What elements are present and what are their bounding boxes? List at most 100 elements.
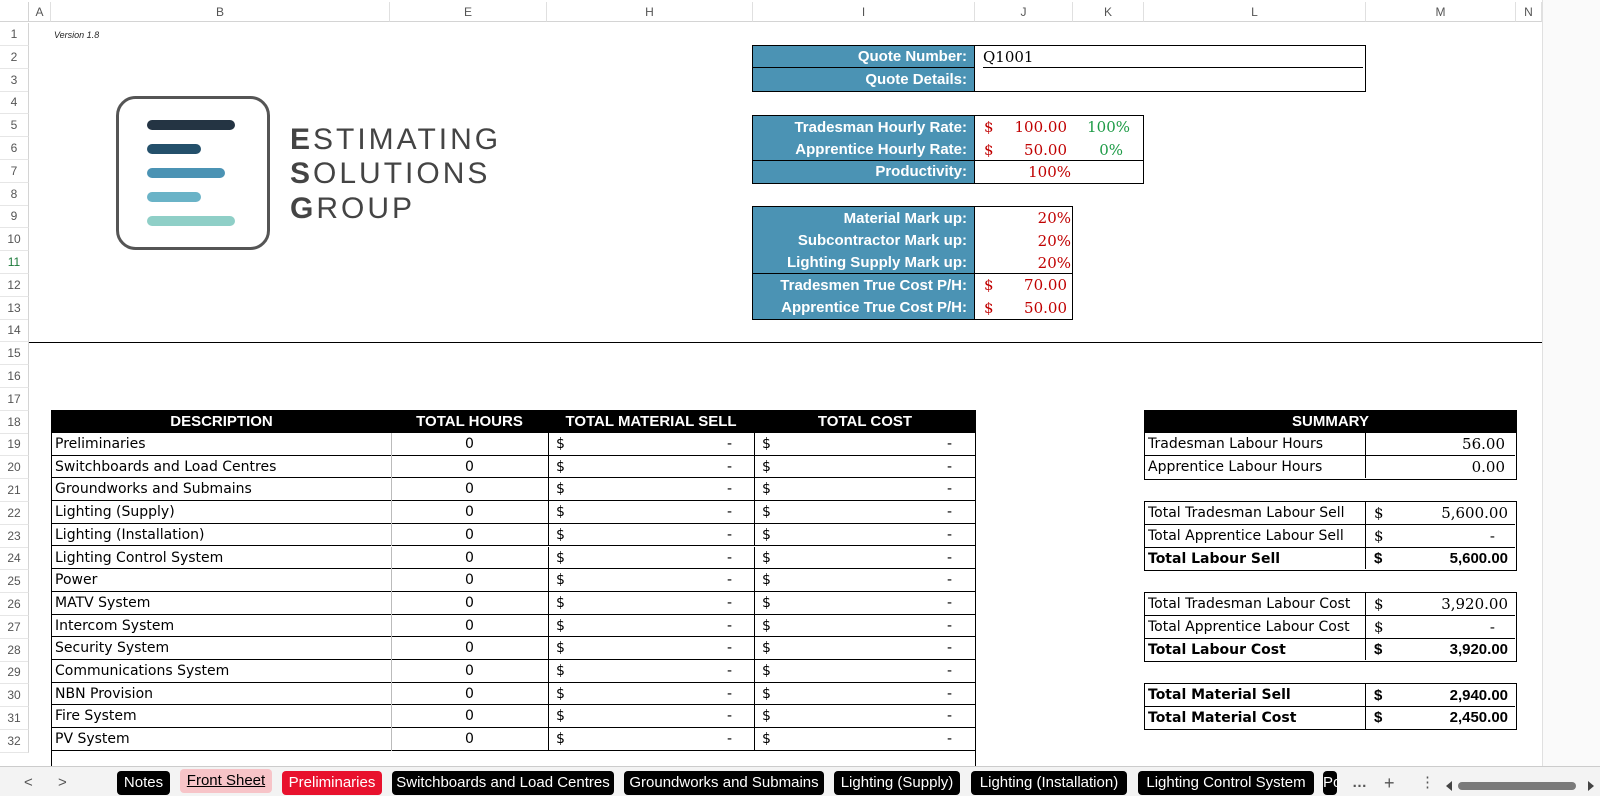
subcontractor-markup-value[interactable]: 20% xyxy=(1003,230,1071,252)
row-header[interactable]: 12 xyxy=(0,273,29,297)
row-header[interactable]: 25 xyxy=(0,570,29,594)
sheet-tab[interactable]: Notes xyxy=(117,771,170,795)
productivity-value[interactable]: 100% xyxy=(1003,161,1071,183)
total-material-sell-value: 2,940.00 xyxy=(1449,687,1508,704)
row-header[interactable]: 11 xyxy=(0,251,29,274)
prev-sheet-button[interactable]: < xyxy=(24,771,33,795)
row-header[interactable]: 32 xyxy=(0,729,29,753)
apprentice-rate-value[interactable]: 50.00 xyxy=(1003,139,1067,161)
column-header-h[interactable]: H xyxy=(547,2,753,22)
row-header[interactable]: 6 xyxy=(0,137,29,160)
row-total-hours: 0 xyxy=(465,685,474,702)
tradesman-rate-value[interactable]: 100.00 xyxy=(1003,116,1068,139)
row-header[interactable]: 19 xyxy=(0,433,29,457)
lighting-markup-value[interactable]: 20% xyxy=(1003,252,1071,274)
row-header[interactable]: 9 xyxy=(0,205,29,229)
row-material-value: - xyxy=(726,481,732,498)
column-header-k[interactable]: K xyxy=(1073,2,1144,22)
column-header-m[interactable]: M xyxy=(1366,2,1516,22)
sheet-tab[interactable]: Switchboards and Load Centres xyxy=(392,771,614,795)
row-cost-currency: $ xyxy=(762,640,771,657)
row-header[interactable]: 10 xyxy=(0,228,29,252)
sheet-tab[interactable]: Front Sheet xyxy=(180,769,272,793)
column-header-e[interactable]: E xyxy=(390,2,547,22)
summary-material-box: Total Material Sell $ 2,940.00 Total Mat… xyxy=(1144,683,1517,730)
row-material-value: - xyxy=(726,504,732,521)
row-header[interactable]: 29 xyxy=(0,661,29,685)
row-material-value: - xyxy=(726,549,732,566)
lighting-markup-label: Lighting Supply Mark up: xyxy=(753,252,975,274)
row-description: MATV System xyxy=(55,594,151,611)
row-header[interactable]: 14 xyxy=(0,319,29,343)
column-header-l[interactable]: L xyxy=(1144,2,1366,22)
row-material-currency: $ xyxy=(556,526,565,543)
row-header[interactable]: 28 xyxy=(0,638,29,662)
table-row: NBN Provision 0 $ - $ - xyxy=(52,682,975,706)
tradesman-rate-percent[interactable]: 100% xyxy=(1073,116,1130,139)
total-material-cost-currency: $ xyxy=(1374,709,1383,726)
total-apprentice-labour-sell-currency: $ xyxy=(1374,527,1384,545)
row-header[interactable]: 16 xyxy=(0,365,29,388)
sheet-tab[interactable]: Groundworks and Submains xyxy=(624,771,824,795)
sheet-tab[interactable]: Lighting Control System xyxy=(1138,771,1314,795)
tradesmen-true-cost-value[interactable]: 70.00 xyxy=(1003,274,1067,297)
sheet-tab[interactable]: Preliminaries xyxy=(282,771,382,795)
select-all-corner[interactable] xyxy=(0,2,29,22)
apprentice-rate-percent[interactable]: 0% xyxy=(1073,139,1123,161)
row-header[interactable]: 22 xyxy=(0,501,29,525)
row-material-value: - xyxy=(726,526,732,543)
quote-details-label: Quote Details: xyxy=(753,68,975,91)
row-header[interactable]: 26 xyxy=(0,593,29,616)
row-header[interactable]: 8 xyxy=(0,182,29,206)
row-header[interactable]: 20 xyxy=(0,456,29,480)
table-row: Lighting (Supply) 0 $ - $ - xyxy=(52,501,975,524)
row-header[interactable]: 3 xyxy=(0,68,29,92)
row-header[interactable]: 31 xyxy=(0,707,29,730)
row-header[interactable]: 27 xyxy=(0,615,29,639)
row-header[interactable]: 21 xyxy=(0,479,29,502)
row-cost-currency: $ xyxy=(762,549,771,566)
row-header[interactable]: 4 xyxy=(0,91,29,115)
column-header-i[interactable]: I xyxy=(753,2,975,22)
row-header[interactable]: 2 xyxy=(0,45,29,69)
table-row: Power 0 $ - $ - xyxy=(52,569,975,592)
column-header-j[interactable]: J xyxy=(975,2,1073,22)
sheet-options-icon[interactable]: ⋮ xyxy=(1420,771,1435,795)
row-total-hours: 0 xyxy=(465,549,474,566)
sheet-tab[interactable]: Lighting (Supply) xyxy=(834,771,960,795)
row-header[interactable]: 30 xyxy=(0,684,29,708)
add-sheet-button[interactable]: + xyxy=(1384,771,1395,795)
material-markup-value[interactable]: 20% xyxy=(1003,207,1071,230)
row-cost-currency: $ xyxy=(762,594,771,611)
quote-details-value[interactable] xyxy=(983,68,1363,91)
row-header[interactable]: 5 xyxy=(0,114,29,138)
row-header[interactable]: 23 xyxy=(0,524,29,548)
header-description: DESCRIPTION xyxy=(52,410,391,433)
apprentice-true-cost-currency: $ xyxy=(984,299,994,317)
row-header[interactable]: 13 xyxy=(0,296,29,320)
row-header[interactable]: 17 xyxy=(0,387,29,411)
quote-number-value[interactable]: Q1001 xyxy=(983,46,1363,68)
row-cost-currency: $ xyxy=(762,731,771,748)
sheet-tab[interactable]: Po xyxy=(1323,771,1337,795)
row-header[interactable]: 18 xyxy=(0,410,29,434)
apprentice-true-cost-value[interactable]: 50.00 xyxy=(1003,297,1067,319)
vertical-scroll-area[interactable] xyxy=(1542,0,1600,766)
row-header[interactable]: 1 xyxy=(0,23,29,46)
row-material-currency: $ xyxy=(556,594,565,611)
column-header-n[interactable]: N xyxy=(1516,2,1542,22)
rates-box: Tradesman Hourly Rate: Apprentice Hourly… xyxy=(752,115,1144,184)
more-sheets-icon[interactable]: … xyxy=(1352,771,1367,795)
header-total-hours: TOTAL HOURS xyxy=(391,410,548,433)
row-header[interactable]: 15 xyxy=(0,342,29,366)
productivity-label: Productivity: xyxy=(753,161,975,183)
horizontal-scrollbar[interactable] xyxy=(1446,778,1594,791)
column-header-a[interactable]: A xyxy=(29,2,51,22)
spreadsheet-grid[interactable]: A B E H I J K L M N 1 2 3 4 5 6 7 8 9 10 11 12 13 14 1… xyxy=(0,0,1600,766)
sheet-tab[interactable]: Lighting (Installation) xyxy=(971,771,1127,795)
column-header-b[interactable]: B xyxy=(51,2,390,22)
row-header[interactable]: 7 xyxy=(0,159,29,183)
total-tradesman-labour-cost-value: 3,920.00 xyxy=(1441,595,1508,613)
row-header[interactable]: 24 xyxy=(0,547,29,571)
next-sheet-button[interactable]: > xyxy=(58,771,67,795)
